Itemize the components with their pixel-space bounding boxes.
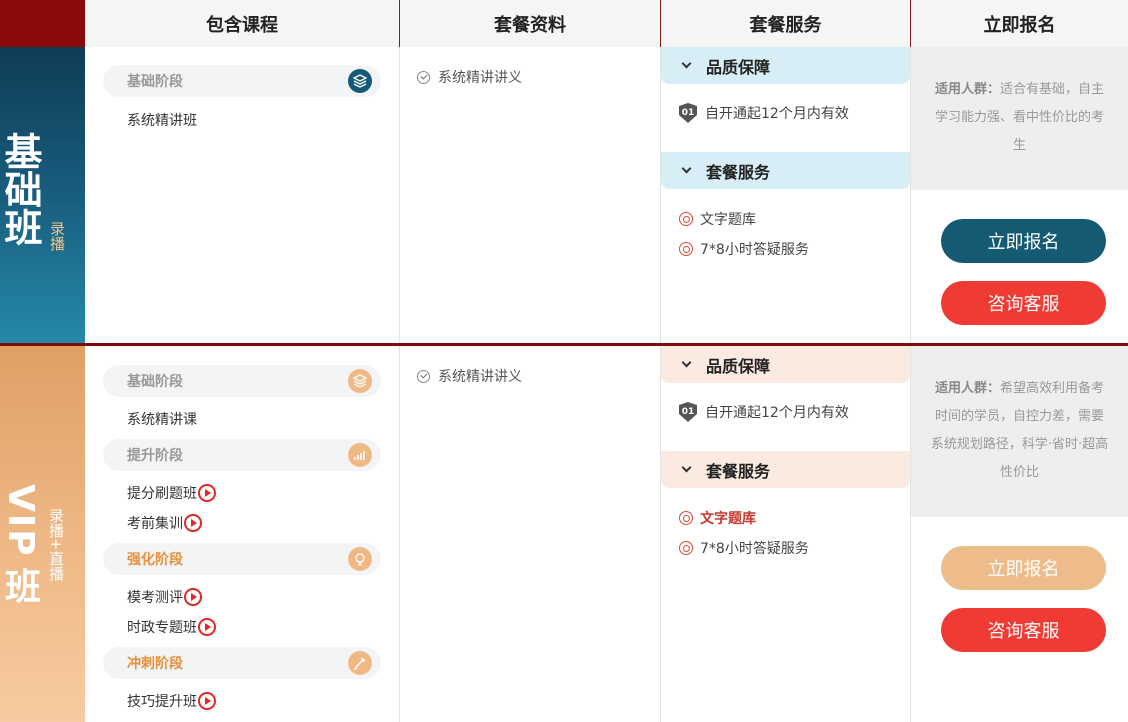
basic-services: 品质保障 01 自开通起12个月内有效 套餐服务 文字题库 7*8小时答疑服务 [661, 47, 911, 343]
basic-signup: 适用人群：适合有基础，自主学习能力强、看中性价比的考生 立即报名 咨询客服 [911, 47, 1128, 343]
material-label: 系统精讲讲义 [438, 70, 522, 86]
course-label: 模考测评 [127, 590, 183, 606]
stage-strengthen[interactable]: 强化阶段 [103, 543, 381, 575]
basic-title: 基础班 [0, 132, 42, 246]
course-item[interactable]: 模考测评 [127, 587, 202, 607]
play-icon[interactable] [184, 588, 202, 606]
service-label: 文字题库 [700, 511, 756, 527]
course-item[interactable]: 考前集训 [127, 513, 202, 533]
table-header: 包含课程 套餐资料 套餐服务 立即报名 [0, 0, 1128, 47]
header-courses: 包含课程 [85, 0, 400, 47]
course-item[interactable]: 系统精讲课 [127, 409, 197, 429]
material-item: 系统精讲讲义 [417, 366, 522, 386]
quality-title: 品质保障 [706, 57, 771, 77]
audience-box: 适用人群：希望高效利用备考时间的学员，自控力差，需要系统规划路径，科学·省时·超… [911, 346, 1128, 517]
service-label: 7*8小时答疑服务 [700, 541, 809, 557]
header-services: 套餐服务 [661, 0, 911, 47]
header-corner [0, 0, 85, 47]
vip-courses: 基础阶段 系统精讲课 提升阶段 提分刷题班 考前集训 强化阶段 模考测评 时政专… [85, 346, 400, 722]
check-circle-icon [417, 70, 430, 84]
basic-courses: 基础阶段 系统精讲班 [85, 47, 400, 343]
medal-icon [679, 242, 693, 256]
play-icon[interactable] [184, 514, 202, 532]
chevron-down-icon [681, 58, 692, 69]
header-signup: 立即报名 [911, 0, 1128, 47]
audience-label: 适用人群： [934, 381, 1000, 396]
course-item[interactable]: 系统精讲班 [127, 110, 197, 130]
vip-materials: 系统精讲讲义 [400, 346, 661, 722]
course-item[interactable]: 时政专题班 [127, 617, 216, 637]
rocket-icon [348, 651, 372, 675]
shield-badge-icon: 01 [679, 402, 697, 422]
course-item[interactable]: 技巧提升班 [127, 691, 216, 711]
medal-icon [679, 212, 693, 226]
service-item: 7*8小时答疑服务 [679, 538, 809, 558]
play-icon[interactable] [198, 692, 216, 710]
course-label: 提分刷题班 [127, 486, 197, 502]
medal-icon [679, 541, 693, 555]
consult-button[interactable]: 咨询客服 [941, 281, 1106, 325]
stage-label: 基础阶段 [127, 374, 183, 390]
quality-item: 01 自开通起12个月内有效 [679, 103, 849, 123]
quality-header[interactable]: 品质保障 [661, 47, 910, 84]
chart-icon [348, 443, 372, 467]
service-item: 文字题库 [679, 209, 756, 229]
service-header[interactable]: 套餐服务 [661, 451, 910, 488]
audience-box: 适用人群：适合有基础，自主学习能力强、看中性价比的考生 [911, 47, 1128, 190]
course-label: 技巧提升班 [127, 694, 197, 710]
material-label: 系统精讲讲义 [438, 369, 522, 385]
vip-title-class: 班 [4, 567, 41, 608]
service-header[interactable]: 套餐服务 [661, 152, 910, 189]
chevron-down-icon [681, 163, 692, 174]
basic-package-row: 基础班 录播 基础阶段 系统精讲班 系统精讲讲义 品质保障 01 自开通起12个… [0, 47, 1128, 343]
material-item: 系统精讲讲义 [417, 67, 522, 87]
stage-basic[interactable]: 基础阶段 [103, 65, 381, 97]
service-item: 文字题库 [679, 508, 756, 528]
quality-title: 品质保障 [706, 356, 771, 376]
quality-header[interactable]: 品质保障 [661, 346, 910, 383]
course-item[interactable]: 提分刷题班 [127, 483, 216, 503]
header-materials: 套餐资料 [400, 0, 661, 47]
vip-signup: 适用人群：希望高效利用备考时间的学员，自控力差，需要系统规划路径，科学·省时·超… [911, 346, 1128, 722]
stage-improve[interactable]: 提升阶段 [103, 439, 381, 471]
stage-label: 冲刺阶段 [127, 656, 183, 672]
medal-icon [679, 511, 693, 525]
stage-label: 强化阶段 [127, 552, 183, 568]
stage-label: 基础阶段 [127, 74, 183, 90]
stage-sprint[interactable]: 冲刺阶段 [103, 647, 381, 679]
signup-button[interactable]: 立即报名 [941, 219, 1106, 263]
layers-icon [348, 369, 372, 393]
service-label: 文字题库 [700, 212, 756, 228]
chevron-down-icon [681, 462, 692, 473]
service-label: 7*8小时答疑服务 [700, 242, 809, 258]
course-label: 时政专题班 [127, 620, 197, 636]
service-item: 7*8小时答疑服务 [679, 239, 809, 259]
basic-materials: 系统精讲讲义 [400, 47, 661, 343]
service-title: 套餐服务 [706, 461, 771, 481]
quality-text: 自开通起12个月内有效 [705, 106, 849, 122]
vip-side-label: VIP 班 录播+直播 [0, 346, 85, 722]
quality-text: 自开通起12个月内有效 [705, 405, 849, 421]
consult-button[interactable]: 咨询客服 [941, 608, 1106, 652]
signup-button[interactable]: 立即报名 [941, 546, 1106, 590]
course-label: 考前集训 [127, 516, 183, 532]
play-icon[interactable] [198, 618, 216, 636]
vip-title: VIP [0, 484, 41, 558]
vip-services: 品质保障 01 自开通起12个月内有效 套餐服务 文字题库 7*8小时答疑服务 [661, 346, 911, 722]
stage-basic[interactable]: 基础阶段 [103, 365, 381, 397]
service-title: 套餐服务 [706, 162, 771, 182]
stage-label: 提升阶段 [127, 448, 183, 464]
audience-label: 适用人群： [934, 82, 1000, 97]
quality-item: 01 自开通起12个月内有效 [679, 402, 849, 422]
vip-package-row: VIP 班 录播+直播 基础阶段 系统精讲课 提升阶段 提分刷题班 考前集训 强… [0, 346, 1128, 722]
basic-delivery: 录播 [48, 221, 66, 251]
check-circle-icon [417, 369, 430, 383]
bulb-icon [348, 547, 372, 571]
vip-delivery: 录播+直播 [47, 508, 65, 581]
layers-icon [348, 69, 372, 93]
chevron-down-icon [681, 357, 692, 368]
shield-badge-icon: 01 [679, 103, 697, 123]
basic-side-label: 基础班 录播 [0, 47, 85, 343]
play-icon[interactable] [198, 484, 216, 502]
